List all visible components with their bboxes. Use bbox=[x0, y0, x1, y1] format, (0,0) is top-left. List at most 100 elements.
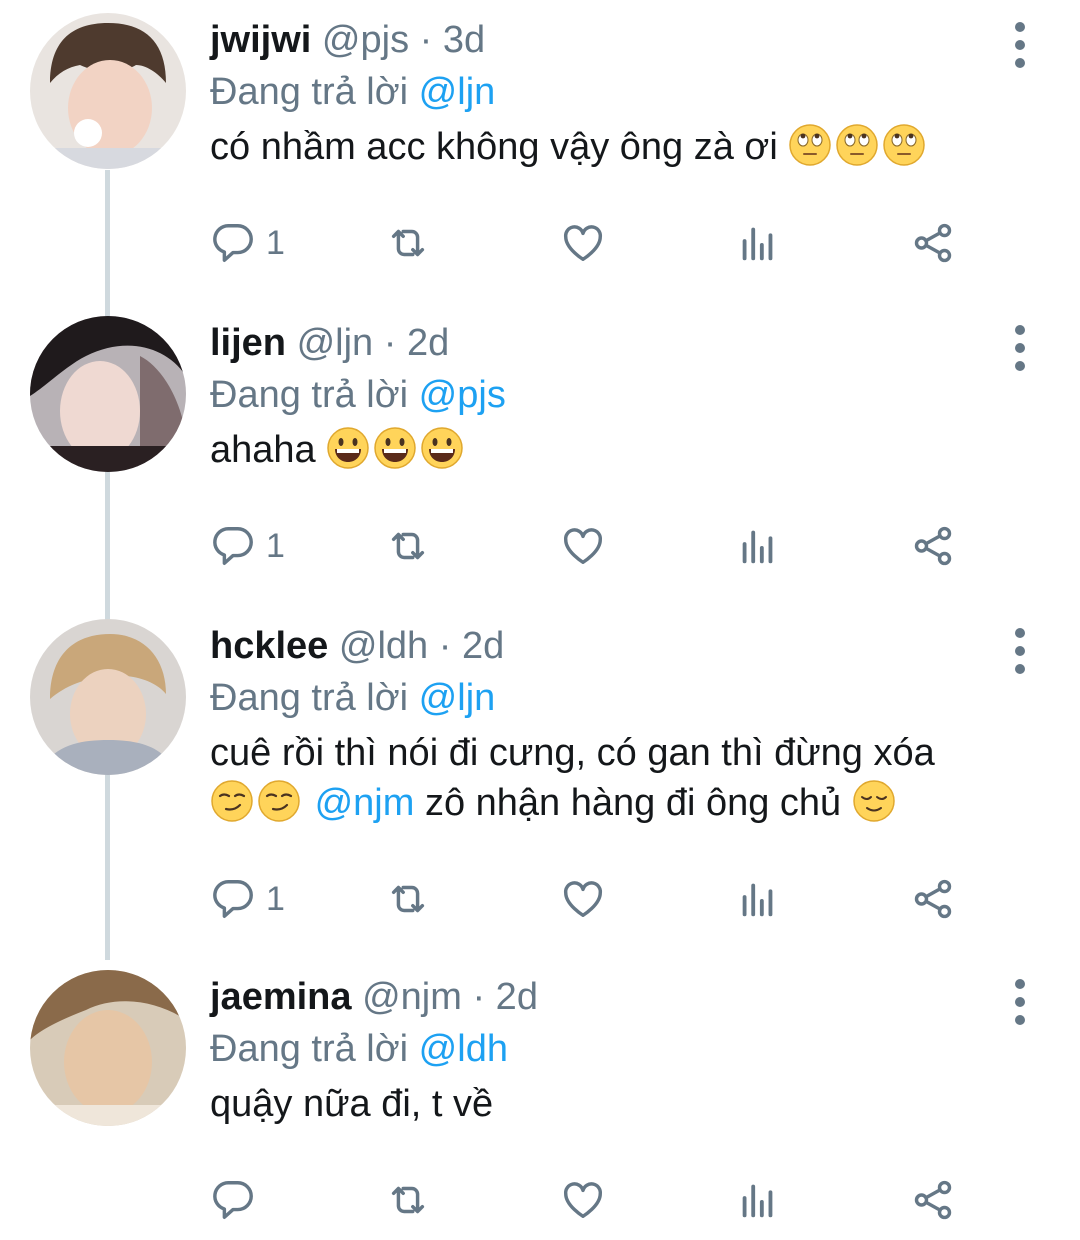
replying-to-mention[interactable]: @ldh bbox=[419, 1028, 508, 1070]
replying-to: Đang trả lời @ldh bbox=[210, 1027, 508, 1071]
display-name[interactable]: lijen bbox=[210, 322, 286, 364]
heart-icon bbox=[560, 1177, 606, 1223]
tweet[interactable]: jwijwi @pjs · 3d Đang trả lời @ljn có nh… bbox=[0, 0, 1080, 300]
timestamp[interactable]: · 2d bbox=[472, 976, 537, 1018]
share-button[interactable] bbox=[910, 218, 956, 268]
reply-button[interactable]: 1 bbox=[210, 218, 285, 268]
reply-button[interactable]: 1 bbox=[210, 874, 285, 924]
avatar[interactable] bbox=[30, 619, 186, 775]
display-name[interactable]: jaemina bbox=[210, 976, 352, 1018]
user-handle[interactable]: @njm bbox=[362, 976, 462, 1018]
replying-to-label: Đang trả lời bbox=[210, 374, 409, 416]
tweet-text-content: quậy nữa đi, t về bbox=[210, 1083, 494, 1125]
retweet-icon bbox=[385, 523, 431, 569]
replying-to-label: Đang trả lời bbox=[210, 71, 409, 113]
analytics-button[interactable] bbox=[735, 874, 781, 924]
tweet-text: có nhầm acc không vậy ông zà ơi bbox=[210, 122, 1030, 172]
tweet-text-part2: zô nhận hàng đi ông chủ bbox=[424, 782, 842, 824]
grinning-face-emoji bbox=[326, 426, 370, 470]
tweet-text: ahaha bbox=[210, 425, 1030, 475]
reply-button[interactable]: 1 bbox=[210, 521, 285, 571]
rolling-eyes-emoji bbox=[835, 123, 879, 167]
like-button[interactable] bbox=[560, 874, 606, 924]
share-button[interactable] bbox=[910, 874, 956, 924]
stats-icon bbox=[735, 220, 781, 266]
reply-icon bbox=[210, 220, 256, 266]
replying-to-mention[interactable]: @ljn bbox=[419, 71, 496, 113]
analytics-button[interactable] bbox=[735, 521, 781, 571]
action-bar: 1 bbox=[210, 218, 970, 268]
avatar[interactable] bbox=[30, 316, 186, 472]
share-button[interactable] bbox=[910, 521, 956, 571]
timestamp[interactable]: · 3d bbox=[420, 19, 485, 61]
share-button[interactable] bbox=[910, 1175, 956, 1225]
tweet-text-content: có nhầm acc không vậy ông zà ơi bbox=[210, 126, 778, 168]
replying-to: Đang trả lời @ljn bbox=[210, 70, 495, 114]
tweet-header: lijen @ljn · 2d bbox=[210, 321, 449, 365]
more-options-icon[interactable] bbox=[1010, 977, 1030, 1027]
grinning-face-emoji bbox=[420, 426, 464, 470]
tweet-header: jwijwi @pjs · 3d bbox=[210, 18, 485, 62]
retweet-icon bbox=[385, 1177, 431, 1223]
tweet-header: jaemina @njm · 2d bbox=[210, 975, 538, 1019]
relieved-face-emoji bbox=[852, 779, 896, 823]
action-bar: 1 bbox=[210, 874, 970, 924]
action-bar: 1 bbox=[210, 521, 970, 571]
display-name[interactable]: hcklee bbox=[210, 625, 328, 667]
reply-count: 1 bbox=[266, 526, 285, 565]
retweet-button[interactable] bbox=[385, 1175, 431, 1225]
replying-to-mention[interactable]: @ljn bbox=[419, 677, 496, 719]
replying-to: Đang trả lời @pjs bbox=[210, 373, 506, 417]
share-icon bbox=[910, 1177, 956, 1223]
retweet-icon bbox=[385, 876, 431, 922]
user-handle[interactable]: @ldh bbox=[339, 625, 428, 667]
replying-to-label: Đang trả lời bbox=[210, 1028, 409, 1070]
like-button[interactable] bbox=[560, 521, 606, 571]
tweet-text: cuê rồi thì nói đi cưng, có gan thì đừng… bbox=[210, 728, 1030, 828]
action-bar bbox=[210, 1175, 970, 1225]
share-icon bbox=[910, 220, 956, 266]
tweet-text: quậy nữa đi, t về bbox=[210, 1079, 1030, 1129]
smirking-face-emoji bbox=[210, 779, 254, 823]
replying-to-label: Đang trả lời bbox=[210, 677, 409, 719]
share-icon bbox=[910, 523, 956, 569]
stats-icon bbox=[735, 876, 781, 922]
avatar[interactable] bbox=[30, 13, 186, 169]
tweet-text-content: ahaha bbox=[210, 429, 316, 471]
tweet-mention[interactable]: @njm bbox=[315, 782, 415, 824]
more-options-icon[interactable] bbox=[1010, 626, 1030, 676]
heart-icon bbox=[560, 876, 606, 922]
grinning-face-emoji bbox=[373, 426, 417, 470]
reply-count: 1 bbox=[266, 879, 285, 918]
stats-icon bbox=[735, 523, 781, 569]
like-button[interactable] bbox=[560, 1175, 606, 1225]
timestamp[interactable]: · 2d bbox=[439, 625, 504, 667]
timestamp[interactable]: · 2d bbox=[384, 322, 449, 364]
more-options-icon[interactable] bbox=[1010, 20, 1030, 70]
retweet-button[interactable] bbox=[385, 874, 431, 924]
user-handle[interactable]: @pjs bbox=[322, 19, 409, 61]
reply-icon bbox=[210, 876, 256, 922]
tweet-header: hcklee @ldh · 2d bbox=[210, 624, 504, 668]
replying-to-mention[interactable]: @pjs bbox=[419, 374, 506, 416]
user-handle[interactable]: @ljn bbox=[297, 322, 374, 364]
like-button[interactable] bbox=[560, 218, 606, 268]
avatar[interactable] bbox=[30, 970, 186, 1126]
more-options-icon[interactable] bbox=[1010, 323, 1030, 373]
tweet[interactable]: lijen @ljn · 2d Đang trả lời @pjs ahaha … bbox=[0, 303, 1080, 603]
stats-icon bbox=[735, 1177, 781, 1223]
retweet-button[interactable] bbox=[385, 218, 431, 268]
smirking-face-emoji bbox=[257, 779, 301, 823]
rolling-eyes-emoji bbox=[882, 123, 926, 167]
tweet[interactable]: hcklee @ldh · 2d Đang trả lời @ljn cuê r… bbox=[0, 606, 1080, 946]
tweet[interactable]: jaemina @njm · 2d Đang trả lời @ldh quậy… bbox=[0, 957, 1080, 1240]
share-icon bbox=[910, 876, 956, 922]
reply-count: 1 bbox=[266, 223, 285, 262]
analytics-button[interactable] bbox=[735, 218, 781, 268]
rolling-eyes-emoji bbox=[788, 123, 832, 167]
reply-icon bbox=[210, 523, 256, 569]
analytics-button[interactable] bbox=[735, 1175, 781, 1225]
reply-button[interactable] bbox=[210, 1175, 266, 1225]
display-name[interactable]: jwijwi bbox=[210, 19, 311, 61]
retweet-button[interactable] bbox=[385, 521, 431, 571]
